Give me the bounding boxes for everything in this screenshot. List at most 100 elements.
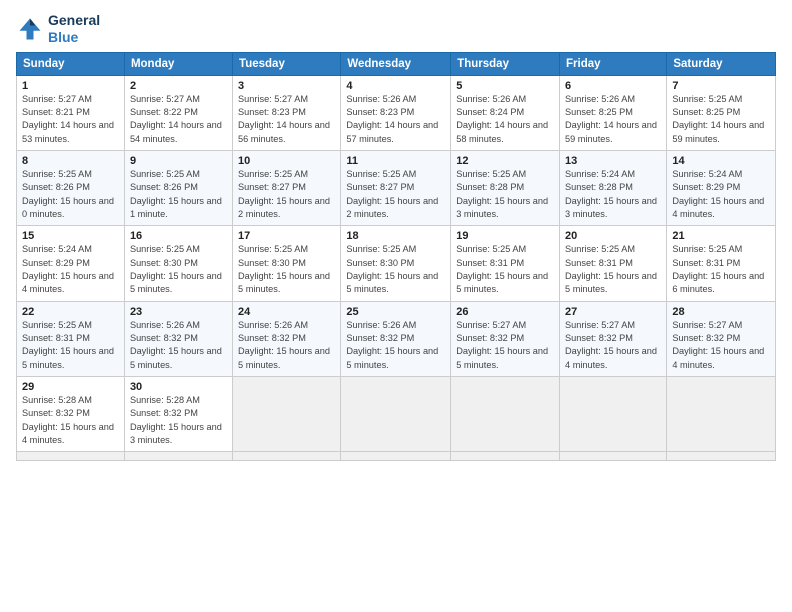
- calendar-cell: 25Sunrise: 5:26 AMSunset: 8:32 PMDayligh…: [341, 301, 451, 376]
- day-number: 7: [672, 80, 770, 92]
- day-number: 24: [238, 306, 335, 318]
- day-info: Sunrise: 5:25 AMSunset: 8:27 PMDaylight:…: [346, 168, 445, 221]
- day-number: 23: [130, 306, 227, 318]
- calendar-cell: [560, 377, 667, 452]
- day-number: 14: [672, 155, 770, 167]
- col-header-wednesday: Wednesday: [341, 52, 451, 75]
- col-header-saturday: Saturday: [667, 52, 776, 75]
- day-number: 9: [130, 155, 227, 167]
- calendar-cell: 18Sunrise: 5:25 AMSunset: 8:30 PMDayligh…: [341, 226, 451, 301]
- day-info: Sunrise: 5:24 AMSunset: 8:29 PMDaylight:…: [22, 243, 119, 296]
- day-info: Sunrise: 5:25 AMSunset: 8:28 PMDaylight:…: [456, 168, 554, 221]
- calendar-cell: 29Sunrise: 5:28 AMSunset: 8:32 PMDayligh…: [17, 377, 125, 452]
- day-number: 26: [456, 306, 554, 318]
- day-info: Sunrise: 5:25 AMSunset: 8:30 PMDaylight:…: [346, 243, 445, 296]
- day-number: 11: [346, 155, 445, 167]
- day-number: 29: [22, 381, 119, 393]
- calendar-cell: 22Sunrise: 5:25 AMSunset: 8:31 PMDayligh…: [17, 301, 125, 376]
- day-info: Sunrise: 5:27 AMSunset: 8:32 PMDaylight:…: [456, 319, 554, 372]
- calendar-cell: 23Sunrise: 5:26 AMSunset: 8:32 PMDayligh…: [124, 301, 232, 376]
- day-info: Sunrise: 5:25 AMSunset: 8:26 PMDaylight:…: [130, 168, 227, 221]
- calendar-cell: 21Sunrise: 5:25 AMSunset: 8:31 PMDayligh…: [667, 226, 776, 301]
- day-info: Sunrise: 5:25 AMSunset: 8:30 PMDaylight:…: [130, 243, 227, 296]
- col-header-sunday: Sunday: [17, 52, 125, 75]
- calendar-cell: 8Sunrise: 5:25 AMSunset: 8:26 PMDaylight…: [17, 150, 125, 225]
- day-number: 4: [346, 80, 445, 92]
- calendar-cell: 30Sunrise: 5:28 AMSunset: 8:32 PMDayligh…: [124, 377, 232, 452]
- logo-general: General: [48, 12, 100, 29]
- day-info: Sunrise: 5:25 AMSunset: 8:31 PMDaylight:…: [456, 243, 554, 296]
- day-info: Sunrise: 5:27 AMSunset: 8:32 PMDaylight:…: [565, 319, 661, 372]
- calendar-cell: 5Sunrise: 5:26 AMSunset: 8:24 PMDaylight…: [451, 75, 560, 150]
- calendar-cell: 9Sunrise: 5:25 AMSunset: 8:26 PMDaylight…: [124, 150, 232, 225]
- calendar-table: SundayMondayTuesdayWednesdayThursdayFrid…: [16, 52, 776, 462]
- day-info: Sunrise: 5:26 AMSunset: 8:25 PMDaylight:…: [565, 93, 661, 146]
- day-number: 15: [22, 230, 119, 242]
- day-number: 16: [130, 230, 227, 242]
- calendar-cell: 4Sunrise: 5:26 AMSunset: 8:23 PMDaylight…: [341, 75, 451, 150]
- calendar-cell: [233, 377, 341, 452]
- day-number: 8: [22, 155, 119, 167]
- day-number: 5: [456, 80, 554, 92]
- header: General Blue: [16, 12, 776, 46]
- calendar-cell: 2Sunrise: 5:27 AMSunset: 8:22 PMDaylight…: [124, 75, 232, 150]
- calendar-cell: [17, 452, 125, 461]
- day-info: Sunrise: 5:25 AMSunset: 8:26 PMDaylight:…: [22, 168, 119, 221]
- day-number: 18: [346, 230, 445, 242]
- calendar-cell: [560, 452, 667, 461]
- logo-text: General Blue: [48, 12, 100, 46]
- day-number: 20: [565, 230, 661, 242]
- day-info: Sunrise: 5:27 AMSunset: 8:22 PMDaylight:…: [130, 93, 227, 146]
- day-number: 30: [130, 381, 227, 393]
- calendar-cell: 12Sunrise: 5:25 AMSunset: 8:28 PMDayligh…: [451, 150, 560, 225]
- day-info: Sunrise: 5:24 AMSunset: 8:29 PMDaylight:…: [672, 168, 770, 221]
- calendar-cell: [451, 452, 560, 461]
- calendar-cell: 1Sunrise: 5:27 AMSunset: 8:21 PMDaylight…: [17, 75, 125, 150]
- calendar-cell: 13Sunrise: 5:24 AMSunset: 8:28 PMDayligh…: [560, 150, 667, 225]
- calendar-cell: 20Sunrise: 5:25 AMSunset: 8:31 PMDayligh…: [560, 226, 667, 301]
- calendar-cell: 19Sunrise: 5:25 AMSunset: 8:31 PMDayligh…: [451, 226, 560, 301]
- page: General Blue SundayMondayTuesdayWednesda…: [0, 0, 792, 612]
- day-number: 3: [238, 80, 335, 92]
- day-info: Sunrise: 5:27 AMSunset: 8:21 PMDaylight:…: [22, 93, 119, 146]
- day-info: Sunrise: 5:24 AMSunset: 8:28 PMDaylight:…: [565, 168, 661, 221]
- calendar-cell: [667, 377, 776, 452]
- day-number: 19: [456, 230, 554, 242]
- day-info: Sunrise: 5:27 AMSunset: 8:32 PMDaylight:…: [672, 319, 770, 372]
- day-number: 28: [672, 306, 770, 318]
- day-info: Sunrise: 5:28 AMSunset: 8:32 PMDaylight:…: [130, 394, 227, 447]
- day-number: 27: [565, 306, 661, 318]
- calendar-cell: [341, 377, 451, 452]
- calendar-cell: [667, 452, 776, 461]
- calendar-cell: 27Sunrise: 5:27 AMSunset: 8:32 PMDayligh…: [560, 301, 667, 376]
- col-header-friday: Friday: [560, 52, 667, 75]
- calendar-cell: [124, 452, 232, 461]
- day-info: Sunrise: 5:25 AMSunset: 8:31 PMDaylight:…: [22, 319, 119, 372]
- day-info: Sunrise: 5:25 AMSunset: 8:27 PMDaylight:…: [238, 168, 335, 221]
- day-number: 17: [238, 230, 335, 242]
- day-info: Sunrise: 5:28 AMSunset: 8:32 PMDaylight:…: [22, 394, 119, 447]
- col-header-tuesday: Tuesday: [233, 52, 341, 75]
- day-number: 2: [130, 80, 227, 92]
- calendar-cell: [451, 377, 560, 452]
- day-number: 21: [672, 230, 770, 242]
- day-number: 13: [565, 155, 661, 167]
- day-info: Sunrise: 5:27 AMSunset: 8:23 PMDaylight:…: [238, 93, 335, 146]
- calendar-cell: [341, 452, 451, 461]
- day-number: 10: [238, 155, 335, 167]
- col-header-monday: Monday: [124, 52, 232, 75]
- logo: General Blue: [16, 12, 100, 46]
- day-number: 12: [456, 155, 554, 167]
- day-info: Sunrise: 5:25 AMSunset: 8:31 PMDaylight:…: [565, 243, 661, 296]
- logo-icon: [16, 15, 44, 43]
- calendar-cell: 26Sunrise: 5:27 AMSunset: 8:32 PMDayligh…: [451, 301, 560, 376]
- day-info: Sunrise: 5:26 AMSunset: 8:32 PMDaylight:…: [130, 319, 227, 372]
- day-info: Sunrise: 5:26 AMSunset: 8:32 PMDaylight:…: [238, 319, 335, 372]
- day-info: Sunrise: 5:25 AMSunset: 8:25 PMDaylight:…: [672, 93, 770, 146]
- calendar-cell: 3Sunrise: 5:27 AMSunset: 8:23 PMDaylight…: [233, 75, 341, 150]
- calendar-cell: 24Sunrise: 5:26 AMSunset: 8:32 PMDayligh…: [233, 301, 341, 376]
- calendar-cell: 17Sunrise: 5:25 AMSunset: 8:30 PMDayligh…: [233, 226, 341, 301]
- calendar-cell: 16Sunrise: 5:25 AMSunset: 8:30 PMDayligh…: [124, 226, 232, 301]
- day-number: 6: [565, 80, 661, 92]
- day-info: Sunrise: 5:25 AMSunset: 8:31 PMDaylight:…: [672, 243, 770, 296]
